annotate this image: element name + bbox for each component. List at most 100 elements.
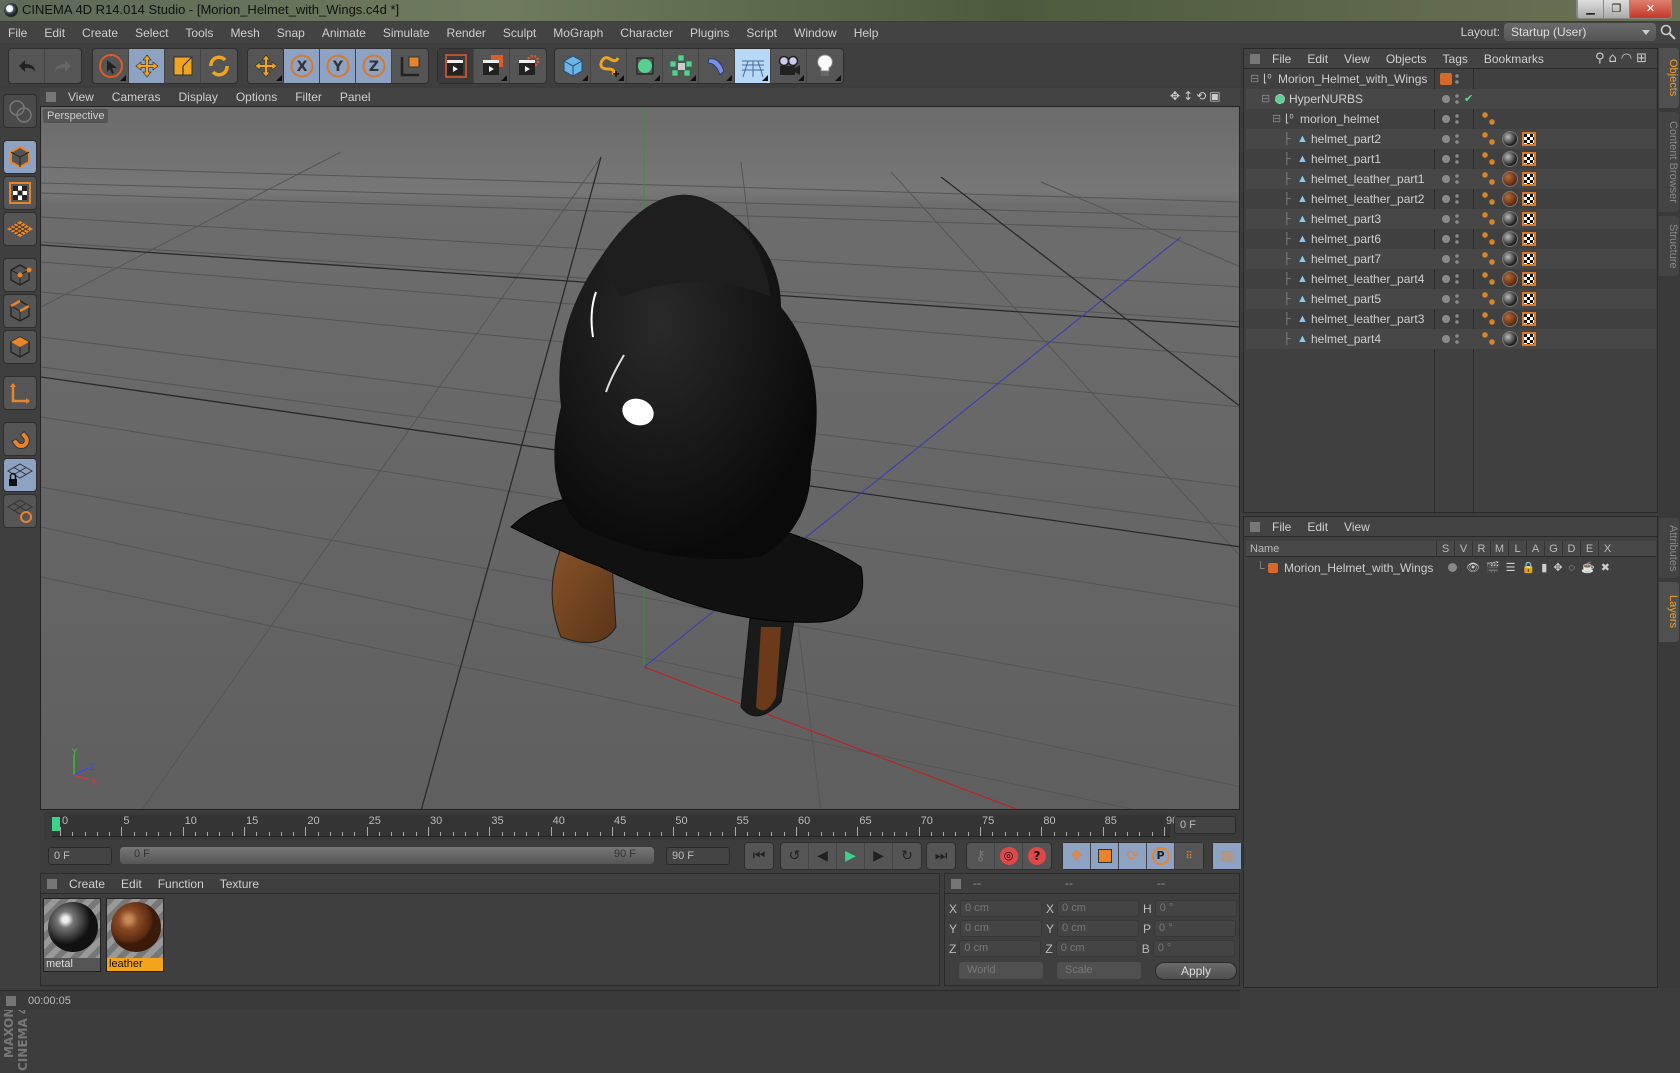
render-visibility-dots[interactable]: [1455, 73, 1459, 85]
key-parameter-icon[interactable]: P: [1147, 843, 1175, 869]
texture-tag-icon[interactable]: [1522, 132, 1536, 146]
previous-key-icon[interactable]: ↺: [781, 843, 809, 869]
collapse-icon[interactable]: ⊟: [1250, 69, 1259, 89]
cube-icon[interactable]: [555, 49, 591, 83]
make-editable-icon[interactable]: [3, 94, 37, 128]
object-row[interactable]: ├ ▲ helmet_part6: [1246, 229, 1656, 249]
timeline-icon[interactable]: ▥: [1213, 843, 1241, 869]
object-name[interactable]: helmet_part5: [1311, 289, 1381, 309]
render-visibility-dots[interactable]: [1455, 273, 1459, 285]
enabled-check-icon[interactable]: ✔: [1464, 89, 1473, 109]
render-visibility-dots[interactable]: [1455, 173, 1459, 185]
expression-toggle-icon[interactable]: ☕: [1581, 562, 1595, 574]
material-menu-edit[interactable]: Edit: [121, 877, 142, 891]
key-position-icon[interactable]: ✥: [1063, 843, 1091, 869]
pan-view-icon[interactable]: ✥: [1170, 89, 1183, 103]
texture-tag-icon[interactable]: [1522, 252, 1536, 266]
3d-viewport[interactable]: Y Z X Perspective: [40, 106, 1240, 810]
menu-mesh[interactable]: Mesh: [230, 26, 259, 40]
object-name[interactable]: helmet_leather_part3: [1311, 309, 1424, 329]
layer-column-name[interactable]: Name: [1246, 541, 1436, 556]
points-mode-icon[interactable]: [3, 258, 37, 292]
camera-icon[interactable]: [771, 49, 807, 83]
object-row[interactable]: ├ ▲ helmet_leather_part1: [1246, 169, 1656, 189]
render-visibility-dots[interactable]: [1455, 233, 1459, 245]
texture-tag-icon[interactable]: [1522, 212, 1536, 226]
viewport-menu-view[interactable]: View: [68, 90, 94, 104]
panel-grip[interactable]: [1250, 53, 1260, 64]
perspective-label[interactable]: Perspective: [43, 109, 109, 123]
menu-create[interactable]: Create: [82, 26, 118, 40]
layout-dropdown[interactable]: Startup (User): [1504, 23, 1656, 41]
panel-grip[interactable]: [47, 878, 57, 889]
key-pla-icon[interactable]: ⠿: [1175, 843, 1203, 869]
snap-magnet-icon[interactable]: [3, 422, 37, 456]
objects-menu-objects[interactable]: Objects: [1386, 52, 1427, 66]
object-name[interactable]: Morion_Helmet_with_Wings: [1278, 69, 1427, 89]
layer-column-v[interactable]: V: [1454, 541, 1472, 556]
object-name[interactable]: morion_helmet: [1300, 109, 1379, 129]
size-y-field[interactable]: 0 cm: [1057, 920, 1140, 937]
autokeying-icon[interactable]: ◎: [995, 843, 1023, 869]
objects-menu-bookmarks[interactable]: Bookmarks: [1484, 52, 1544, 66]
menu-tools[interactable]: Tools: [185, 26, 213, 40]
render-visibility-dots[interactable]: [1455, 193, 1459, 205]
apply-button[interactable]: Apply: [1155, 962, 1237, 980]
menu-render[interactable]: Render: [447, 26, 486, 40]
coordinate-system-icon[interactable]: [392, 49, 428, 83]
panel-grip[interactable]: [46, 92, 56, 102]
playhead[interactable]: [52, 817, 60, 831]
material-leather[interactable]: leather: [106, 898, 164, 972]
current-frame-field[interactable]: 0 F: [1174, 816, 1236, 834]
layer-color-swatch[interactable]: [1440, 73, 1452, 85]
y-axis-icon[interactable]: Y: [320, 49, 356, 83]
menu-animate[interactable]: Animate: [322, 26, 366, 40]
object-row[interactable]: ├ ▲ helmet_leather_part3: [1246, 309, 1656, 329]
locked-workplane-icon[interactable]: [3, 458, 37, 492]
toggle-view-icon[interactable]: ▣: [1209, 89, 1223, 103]
side-tab-content-browser[interactable]: Content Browser: [1659, 112, 1679, 212]
render-view-icon[interactable]: [438, 49, 474, 83]
metal-material-tag-icon[interactable]: [1502, 331, 1518, 347]
frame-range-slider[interactable]: 0 F 90 F: [120, 847, 654, 864]
layer-column-s[interactable]: S: [1436, 541, 1454, 556]
edges-mode-icon[interactable]: [3, 294, 37, 328]
material-metal[interactable]: metal: [43, 898, 101, 972]
render-visibility-dots[interactable]: [1455, 113, 1459, 125]
texture-tag-icon[interactable]: [1522, 172, 1536, 186]
viewport-menu-cameras[interactable]: Cameras: [112, 90, 161, 104]
editor-visibility-dot[interactable]: [1442, 315, 1450, 323]
polygons-mode-icon[interactable]: [3, 330, 37, 364]
play-icon[interactable]: ▶: [837, 843, 865, 869]
editor-visibility-dot[interactable]: [1442, 175, 1450, 183]
menu-help[interactable]: Help: [854, 26, 879, 40]
menu-snap[interactable]: Snap: [277, 26, 305, 40]
axis-mode-icon[interactable]: [3, 376, 37, 410]
phong-tag-icon[interactable]: [1482, 272, 1496, 286]
editor-visibility-dot[interactable]: [1442, 115, 1450, 123]
object-row[interactable]: ├ ▲ helmet_part7: [1246, 249, 1656, 269]
layers-menu-edit[interactable]: Edit: [1307, 520, 1328, 534]
size-x-field[interactable]: 0 cm: [1057, 900, 1140, 917]
editor-visibility-dot[interactable]: [1442, 275, 1450, 283]
add-object-icon[interactable]: [248, 49, 284, 83]
side-tab-objects[interactable]: Objects: [1659, 48, 1679, 108]
menu-file[interactable]: File: [8, 26, 27, 40]
render-settings-icon[interactable]: [510, 49, 546, 83]
phong-tag-icon[interactable]: [1482, 192, 1496, 206]
layer-column-l[interactable]: L: [1508, 541, 1526, 556]
menu-plugins[interactable]: Plugins: [690, 26, 729, 40]
side-tab-structure[interactable]: Structure: [1659, 216, 1679, 276]
search-icon[interactable]: ⚲: [1595, 51, 1609, 66]
layer-column-a[interactable]: A: [1526, 541, 1544, 556]
editor-visibility-dot[interactable]: [1442, 155, 1450, 163]
phong-tag-icon[interactable]: [1482, 172, 1496, 186]
undo-icon[interactable]: [9, 49, 45, 83]
object-name[interactable]: helmet_part1: [1311, 149, 1381, 169]
objects-menu-view[interactable]: View: [1344, 52, 1370, 66]
metal-material-tag-icon[interactable]: [1502, 211, 1518, 227]
leather-material-tag-icon[interactable]: [1502, 271, 1518, 287]
object-name[interactable]: helmet_leather_part1: [1311, 169, 1424, 189]
rotation-b-field[interactable]: 0 °: [1152, 940, 1235, 957]
go-to-end-icon[interactable]: ⏭: [927, 843, 955, 869]
